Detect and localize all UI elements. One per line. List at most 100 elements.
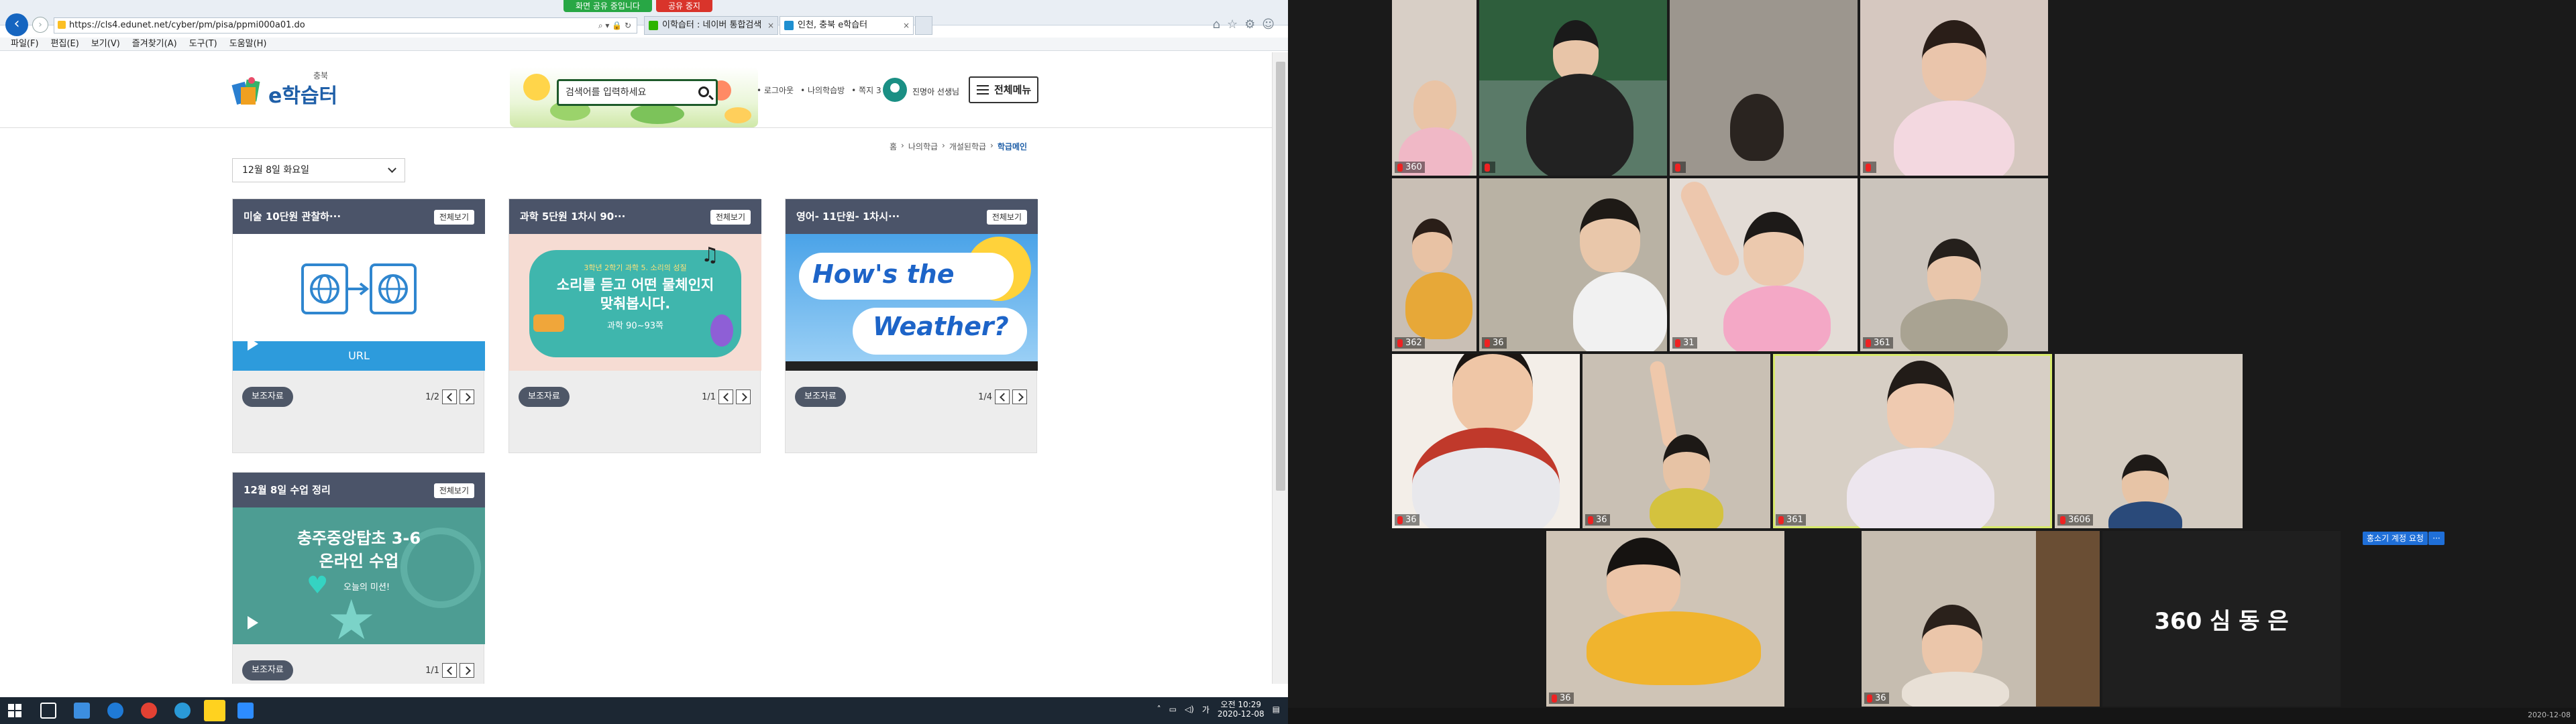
logout-link[interactable]: • 로그아웃 — [757, 84, 794, 96]
zoom-icon[interactable] — [237, 703, 254, 719]
participant-body — [1902, 672, 2009, 707]
video-tile-active-speaker[interactable]: 361 — [1773, 354, 2052, 528]
search-input[interactable]: 검색어를 입력하세요 — [557, 79, 718, 106]
prev-page-button[interactable] — [442, 389, 457, 404]
video-tile[interactable] — [1479, 0, 1667, 176]
all-menu-button[interactable]: 전체메뉴 — [969, 76, 1038, 103]
video-controls[interactable] — [786, 361, 1038, 371]
tab-elearning[interactable]: 인천, 충북 e학습터 × — [780, 16, 914, 35]
menu-help[interactable]: 도움말(H) — [229, 38, 267, 50]
user-avatar-icon[interactable] — [883, 78, 907, 102]
menu-tools[interactable]: 도구(T) — [189, 38, 217, 50]
thumb-title-2: Weather? — [873, 312, 1009, 341]
video-tile-camera-off[interactable]: 360 심 동 은 — [2102, 531, 2341, 707]
trumpet-icon — [533, 314, 564, 332]
search-icon[interactable] — [40, 703, 56, 719]
video-tile[interactable]: 3606 — [2055, 354, 2243, 528]
windows-start-icon[interactable] — [8, 704, 21, 717]
video-tile[interactable]: 362 — [1392, 178, 1477, 351]
taskbar-clock[interactable]: 오전 10:29 2020-12-08 — [1218, 700, 1265, 719]
scroll-thumb[interactable] — [1276, 62, 1285, 491]
next-page-button[interactable] — [460, 663, 474, 678]
my-study-link[interactable]: • 나의학습방 — [800, 84, 845, 96]
resource-chip[interactable]: 보조자료 — [519, 387, 570, 407]
notes-app-icon[interactable] — [204, 700, 225, 721]
next-page-button[interactable] — [736, 389, 751, 404]
view-all-button[interactable]: 전체보기 — [986, 210, 1027, 225]
gear-icon[interactable]: ⚙ — [1244, 17, 1255, 32]
date-select[interactable]: 12월 8일 화요일 — [232, 158, 405, 182]
close-icon[interactable]: × — [903, 17, 910, 34]
new-tab-button[interactable] — [915, 16, 932, 35]
next-page-button[interactable] — [460, 389, 474, 404]
lesson-card-science[interactable]: 과학 5단원 1차시 90··· 전체보기 3학년 2학기 과학 5. 소리의 … — [508, 198, 761, 453]
video-tile[interactable] — [1670, 0, 1858, 176]
chevron-up-icon[interactable]: ˄ — [1157, 705, 1161, 714]
vertical-scrollbar[interactable] — [1272, 52, 1288, 684]
prev-page-button[interactable] — [995, 389, 1010, 404]
site-logo[interactable]: 충북 e학습터 — [231, 67, 345, 110]
play-icon[interactable] — [248, 337, 258, 351]
card-thumbnail[interactable]: URL — [233, 234, 485, 371]
smile-icon[interactable]: ☺ — [1262, 17, 1275, 32]
back-button[interactable]: ‹ — [5, 13, 28, 36]
card-thumbnail[interactable]: 충주중앙탑초 3-6 온라인 수업 ♥ 오늘의 미션! ★ — [233, 507, 485, 644]
search-icon[interactable] — [698, 86, 709, 97]
refresh-icon[interactable]: ⌕ ▾ 🔒 ↻ — [598, 18, 631, 33]
forward-button[interactable]: › — [32, 17, 48, 33]
breadcrumb-myclass[interactable]: 나의학급 — [908, 141, 938, 152]
ie-icon[interactable] — [107, 703, 123, 719]
video-tile[interactable] — [1860, 0, 2048, 176]
video-tile[interactable]: 31 — [1670, 178, 1858, 351]
video-tile[interactable]: 36 — [1392, 354, 1580, 528]
breadcrumb-home[interactable]: 홈 — [890, 141, 897, 152]
card-thumbnail[interactable]: How's the Weather? — [786, 234, 1038, 371]
volume-icon[interactable]: ◁) — [1185, 705, 1194, 714]
view-all-button[interactable]: 전체보기 — [433, 210, 474, 225]
resource-chip[interactable]: 보조자료 — [242, 387, 293, 407]
breadcrumb-opened[interactable]: 개설된학급 — [949, 141, 986, 152]
edge-icon[interactable] — [174, 703, 191, 719]
video-tile[interactable]: 36 — [1862, 531, 2100, 707]
menu-view[interactable]: 보기(V) — [91, 38, 120, 50]
network-icon[interactable]: ▭ — [1169, 705, 1177, 714]
view-all-button[interactable]: 전체보기 — [433, 483, 474, 498]
video-tile[interactable]: 36 — [1546, 531, 1784, 707]
prev-page-button[interactable] — [442, 663, 457, 678]
lesson-card-summary[interactable]: 12월 8일 수업 정리 전체보기 충주중앙탑초 3-6 온라인 수업 ♥ 오늘… — [232, 472, 485, 684]
resource-chip[interactable]: 보조자료 — [242, 660, 293, 680]
card-thumbnail[interactable]: 3학년 2학기 과학 5. 소리의 성질 소리를 듣고 어떤 물체인지 맞춰봅시… — [509, 234, 761, 371]
view-all-button[interactable]: 전체보기 — [710, 210, 751, 225]
play-icon[interactable] — [248, 616, 258, 629]
lesson-card-art[interactable]: 미술 10단원 관찰하··· 전체보기 URL 보조자료 1/2 — [232, 198, 485, 453]
violin-icon — [710, 314, 733, 347]
notification-icon[interactable]: ▤ — [1273, 705, 1280, 714]
mic-muted-icon — [1552, 694, 1557, 703]
home-icon[interactable]: ⌂ — [1213, 17, 1220, 32]
menu-favorites[interactable]: 즐겨찾기(A) — [132, 38, 177, 50]
messages-link[interactable]: • 쪽지 3 — [851, 84, 881, 96]
address-bar[interactable]: https://cls4.edunet.net/cyber/pm/pisa/pp… — [54, 17, 637, 34]
tab-naver[interactable]: 이학습터 : 네이버 통합검색 × — [644, 16, 778, 35]
menu-edit[interactable]: 편집(E) — [51, 38, 79, 50]
video-tile[interactable]: 360 — [1392, 0, 1477, 176]
stop-share-button[interactable]: 공유 중지 — [655, 0, 712, 12]
participant-body — [1900, 299, 2008, 351]
video-tile[interactable]: 36 — [1582, 354, 1770, 528]
close-icon[interactable]: × — [767, 17, 774, 34]
video-tile[interactable]: 361 — [1860, 178, 2048, 351]
participant — [1580, 198, 1640, 272]
chrome-icon[interactable] — [141, 703, 157, 719]
resource-chip[interactable]: 보조자료 — [795, 387, 846, 407]
rename-request-badge[interactable]: 홍소기 계정 요청 — [2363, 532, 2428, 545]
mic-muted-icon — [2060, 516, 2065, 524]
file-explorer-icon[interactable] — [74, 703, 90, 719]
tile-more-button[interactable]: ··· — [2428, 532, 2445, 545]
next-page-button[interactable] — [1012, 389, 1027, 404]
menu-file[interactable]: 파일(F) — [11, 38, 39, 50]
prev-page-button[interactable] — [718, 389, 733, 404]
video-tile[interactable]: 36 — [1479, 178, 1667, 351]
star-icon[interactable]: ☆ — [1227, 17, 1238, 32]
ime-indicator[interactable]: 가 — [1202, 704, 1210, 715]
lesson-card-english[interactable]: 영어- 11단원- 1차시··· 전체보기 How's the Weather?… — [785, 198, 1038, 453]
